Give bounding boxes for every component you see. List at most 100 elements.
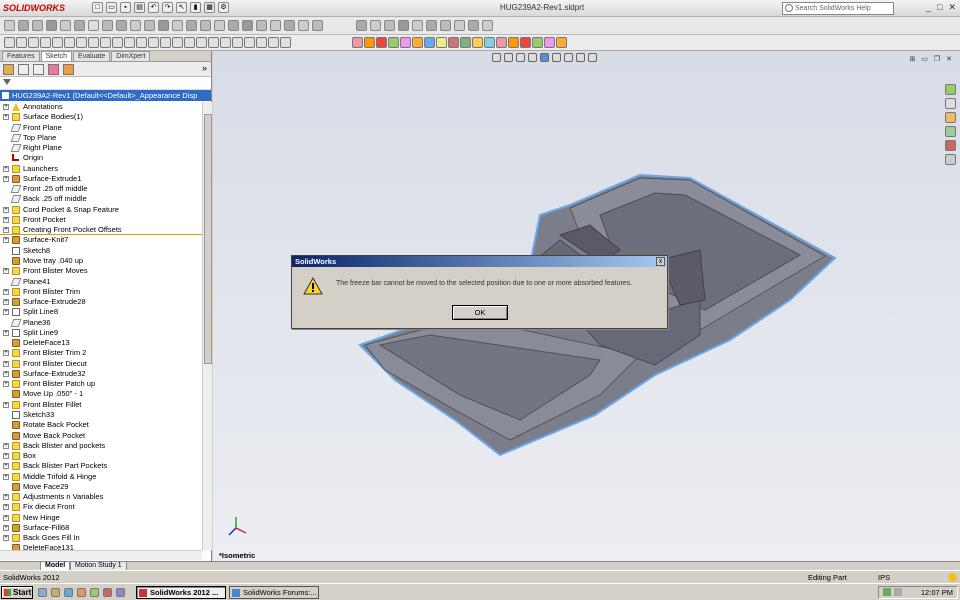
feature-manager-icon[interactable]	[3, 64, 14, 75]
expand-toggle-icon[interactable]: +	[3, 463, 9, 470]
tree-node[interactable]: + Front Blister Diecut	[0, 359, 202, 369]
sketch-tool-icon[interactable]	[520, 37, 531, 48]
section-view-icon[interactable]	[528, 53, 537, 62]
expand-toggle-icon[interactable]: +	[3, 237, 9, 244]
sketch-tool-icon[interactable]	[412, 37, 423, 48]
expand-toggle-icon[interactable]: +	[3, 514, 9, 521]
sketch-tool-icon[interactable]	[4, 37, 15, 48]
tree-node[interactable]: + Adjustments n Variables	[0, 492, 202, 502]
hide-show-icon[interactable]	[564, 53, 573, 62]
tab-evaluate[interactable]: Evaluate	[73, 51, 111, 61]
toolbar-tool-icon[interactable]	[426, 20, 437, 31]
expand-toggle-icon[interactable]: +	[3, 329, 9, 336]
sketch-tool-icon[interactable]	[52, 37, 63, 48]
rebuild-status-icon[interactable]	[948, 573, 957, 582]
sketch-tool-icon[interactable]	[352, 37, 363, 48]
tree-node[interactable]: DeleteFace131	[0, 543, 202, 550]
sketch-tool-icon[interactable]	[544, 37, 555, 48]
expand-toggle-icon[interactable]: +	[3, 360, 9, 367]
expand-toggle-icon[interactable]: +	[3, 299, 9, 306]
tree-node[interactable]: + Back Goes Fill In	[0, 533, 202, 543]
dialog-close-button[interactable]: x	[656, 257, 665, 266]
sketch-tool-icon[interactable]	[268, 37, 279, 48]
expand-toggle-icon[interactable]: +	[3, 227, 9, 234]
sketch-tool-icon[interactable]	[364, 37, 375, 48]
sketch-tool-icon[interactable]	[484, 37, 495, 48]
toolbar-tool-icon[interactable]	[256, 20, 267, 31]
part-root-node[interactable]: HUG239A2-Rev1 (Default<<Default>_Appeara…	[0, 90, 211, 101]
feature-filter[interactable]	[0, 77, 211, 90]
tree-node[interactable]: + Creating Front Pocket Offsets	[0, 225, 202, 236]
print-icon[interactable]: ▤	[134, 2, 145, 13]
select-icon[interactable]: ↖	[176, 2, 187, 13]
sketch-tool-icon[interactable]	[472, 37, 483, 48]
quicklaunch-app3-icon[interactable]	[103, 588, 112, 597]
toolbar-tool-icon[interactable]	[284, 20, 295, 31]
ok-button[interactable]: OK	[452, 305, 508, 320]
tree-node[interactable]: + Back Blister and pockets	[0, 441, 202, 451]
sketch-tool-icon[interactable]	[184, 37, 195, 48]
expand-toggle-icon[interactable]: +	[3, 350, 9, 357]
toolbar-tool-icon[interactable]	[384, 20, 395, 31]
tree-node[interactable]: Plane36	[0, 318, 202, 328]
tab-dimxpert[interactable]: DimXpert	[111, 51, 151, 61]
tree-node[interactable]: Move tray .040 up	[0, 256, 202, 266]
toolbar-tool-icon[interactable]	[398, 20, 409, 31]
previous-view-icon[interactable]	[516, 53, 525, 62]
sketch-tool-icon[interactable]	[88, 37, 99, 48]
expand-toggle-icon[interactable]: +	[3, 473, 9, 480]
sketch-tool-icon[interactable]	[532, 37, 543, 48]
toolbar-tool-icon[interactable]	[370, 20, 381, 31]
tree-node[interactable]: Front Plane	[0, 123, 202, 133]
tree-node[interactable]: + Surface-Extrude1	[0, 174, 202, 184]
task-forums-browser[interactable]: SolidWorks Forums:...	[229, 586, 319, 599]
sketch-tool-icon[interactable]	[16, 37, 27, 48]
tree-node[interactable]: Right Plane	[0, 143, 202, 153]
tree-node[interactable]: + Front Pocket	[0, 215, 202, 225]
apply-scene-icon[interactable]	[588, 53, 597, 62]
expand-toggle-icon[interactable]: +	[3, 442, 9, 449]
tree-node[interactable]: Sketch33	[0, 410, 202, 420]
new-file-icon[interactable]: □	[92, 2, 103, 13]
toolbar-tool-icon[interactable]	[172, 20, 183, 31]
tab-features[interactable]: Features	[2, 51, 40, 61]
expand-toggle-icon[interactable]: +	[3, 494, 9, 501]
undo-icon[interactable]: ↶	[148, 2, 159, 13]
file-properties-icon[interactable]: ▦	[204, 2, 215, 13]
display-style-icon[interactable]	[552, 53, 561, 62]
sketch-tool-icon[interactable]	[112, 37, 123, 48]
toolbar-tool-icon[interactable]	[88, 20, 99, 31]
toolbar-tool-icon[interactable]	[468, 20, 479, 31]
quicklaunch-desktop-icon[interactable]	[38, 588, 47, 597]
sketch-tool-icon[interactable]	[460, 37, 471, 48]
tree-node[interactable]: + Surface-Extrude32	[0, 369, 202, 379]
tree-node[interactable]: + Front Blister Patch up	[0, 379, 202, 389]
expand-toggle-icon[interactable]: +	[3, 309, 9, 316]
property-manager-icon[interactable]	[18, 64, 29, 75]
sketch-tool-icon[interactable]	[496, 37, 507, 48]
expand-toggle-icon[interactable]: +	[3, 175, 9, 182]
view-palette-icon[interactable]	[945, 126, 956, 137]
expand-toggle-icon[interactable]: +	[3, 206, 9, 213]
viewport-split-icon[interactable]: ⊞	[909, 55, 915, 63]
tree-node[interactable]: + Surface Bodies(1)	[0, 112, 202, 122]
tree-node[interactable]: + Front Blister Moves	[0, 266, 202, 276]
quicklaunch-ie-icon[interactable]	[64, 588, 73, 597]
display-manager-icon[interactable]	[63, 64, 74, 75]
expand-arrow-icon[interactable]: »	[202, 63, 207, 73]
tree-node[interactable]: + Front Blister Trim	[0, 287, 202, 297]
sketch-tool-icon[interactable]	[196, 37, 207, 48]
tree-node[interactable]: + Split Line8	[0, 307, 202, 317]
tree-node[interactable]: + Split Line9	[0, 328, 202, 338]
tree-node[interactable]: Rotate Back Pocket	[0, 420, 202, 430]
toolbar-tool-icon[interactable]	[60, 20, 71, 31]
sketch-tool-icon[interactable]	[100, 37, 111, 48]
toolbar-tool-icon[interactable]	[242, 20, 253, 31]
sketch-tool-icon[interactable]	[76, 37, 87, 48]
sketch-tool-icon[interactable]	[448, 37, 459, 48]
sketch-tool-icon[interactable]	[208, 37, 219, 48]
tree-node[interactable]: Sketch8	[0, 246, 202, 256]
tree-horizontal-scrollbar[interactable]	[0, 550, 202, 560]
tree-node[interactable]: + New Hinge	[0, 513, 202, 523]
tree-node[interactable]: + Surface-Extrude28	[0, 297, 202, 307]
